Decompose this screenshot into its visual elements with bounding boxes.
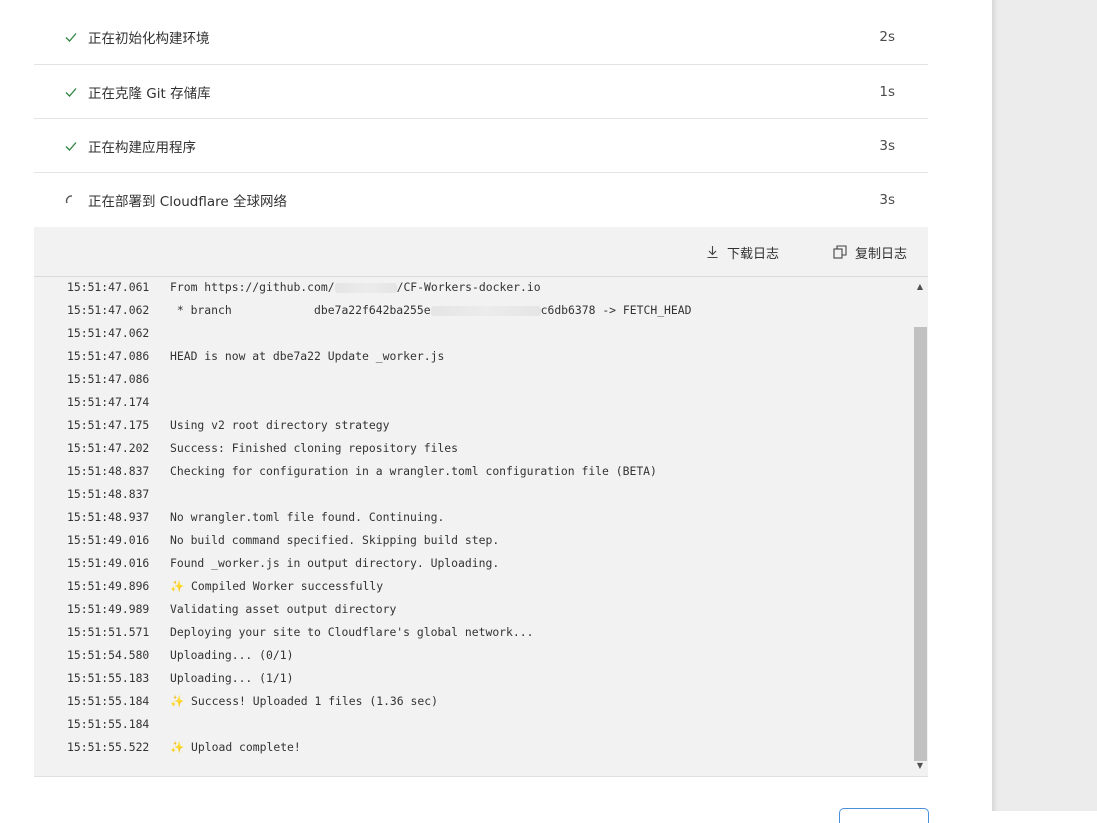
log-message: No wrangler.toml file found. Continuing. xyxy=(170,510,445,524)
log-timestamp: 15:51:54.580 xyxy=(67,648,150,662)
log-timestamp: 15:51:55.184 xyxy=(67,694,150,708)
log-timestamp: 15:51:47.062 xyxy=(67,303,150,317)
log-line: 15:51:49.016 No build command specified. … xyxy=(67,529,499,552)
redacted-blur xyxy=(334,282,397,293)
log-line: 15:51:47.202 Success: Finished cloning re… xyxy=(67,437,458,460)
log-line: 15:51:47.086 HEAD is now at dbe7a22 Updat… xyxy=(67,345,444,368)
log-message: Success: Finished cloning repository fil… xyxy=(170,441,459,455)
log-timestamp: 15:51:55.522 xyxy=(67,740,150,754)
log-message: * branch dbe7a22f642ba255e xyxy=(170,303,431,317)
sparkle-icon: ✨ xyxy=(170,740,192,754)
step-deploy[interactable]: 正在部署到 Cloudflare 全球网络 3s xyxy=(34,173,928,226)
log-timestamp: 15:51:47.061 xyxy=(67,280,150,294)
log-timestamp: 15:51:48.837 xyxy=(67,464,150,478)
log-message: Compiled Worker successfully xyxy=(191,579,384,593)
log-line: 15:51:49.016 Found _worker.js in output d… xyxy=(67,552,499,575)
log-timestamp: 15:51:48.937 xyxy=(67,510,150,524)
log-line: 15:51:49.989 Validating asset output dire… xyxy=(67,598,396,621)
log-timestamp: 15:51:47.202 xyxy=(67,441,150,455)
sparkle-icon: ✨ xyxy=(170,579,192,593)
log-line: 15:51:47.062 * branch dbe7a22f642ba255e c… xyxy=(67,299,691,322)
step-label: 正在构建应用程序 xyxy=(88,139,196,156)
log-line: 15:51:55.184 ✨ Success! Uploaded 1 files … xyxy=(67,690,438,713)
log-line: 15:51:49.896 ✨ Compiled Worker successful… xyxy=(67,575,383,598)
step-duration: 1s xyxy=(879,83,895,100)
step-build-app[interactable]: 正在构建应用程序 3s xyxy=(34,119,928,173)
scrollbar-thumb[interactable] xyxy=(914,327,927,761)
log-message: Success! Uploaded 1 files (1.36 sec) xyxy=(191,694,438,708)
step-label: 正在克隆 Git 存储库 xyxy=(88,85,211,102)
scroll-down-arrow-icon[interactable]: ▼ xyxy=(913,759,927,773)
step-label: 正在部署到 Cloudflare 全球网络 xyxy=(88,193,287,210)
check-icon xyxy=(65,141,77,151)
log-timestamp: 15:51:55.184 xyxy=(67,717,150,731)
log-timestamp: 15:51:47.086 xyxy=(67,372,150,386)
log-timestamp: 15:51:55.183 xyxy=(67,671,150,685)
log-message: Uploading... (0/1) xyxy=(170,648,294,662)
right-gutter-edge xyxy=(992,0,998,811)
log-message: Using v2 root directory strategy xyxy=(170,418,390,432)
log-timestamp: 15:51:48.837 xyxy=(67,487,150,501)
log-message: Validating asset output directory xyxy=(170,602,397,616)
log-message: /CF-Workers-docker.io xyxy=(396,280,541,294)
log-line: 15:51:48.837 Checking for configuration i… xyxy=(67,460,657,483)
log-message: From https://github.com/ xyxy=(170,280,335,294)
download-log-button[interactable]: 下载日志 xyxy=(706,242,779,262)
step-clone-repo[interactable]: 正在克隆 Git 存储库 1s xyxy=(34,65,928,119)
log-timestamp: 15:51:49.896 xyxy=(67,579,150,593)
copy-icon xyxy=(833,245,847,259)
step-label: 正在初始化构建环境 xyxy=(88,31,210,47)
log-toolbar: 下载日志 复制日志 xyxy=(34,227,928,277)
log-timestamp: 15:51:47.062 xyxy=(67,326,150,340)
build-log-panel: 下载日志 复制日志 15:51:47.061 From https://githu… xyxy=(34,227,928,777)
log-line: 15:51:47.061 From https://github.com/ /CF-… xyxy=(67,277,541,299)
log-line: 15:51:48.937 No wrangler.toml file found.… xyxy=(67,506,444,529)
log-output[interactable]: 15:51:47.061 From https://github.com/ /CF-… xyxy=(34,277,928,776)
log-message: c6db6378 -> FETCH_HEAD xyxy=(540,303,692,317)
log-timestamp: 15:51:47.174 xyxy=(67,395,150,409)
deploy-steps: 正在初始化构建环境 2s 正在克隆 Git 存储库 1s 正在构建应用程序 3s… xyxy=(34,10,928,226)
log-message: Found _worker.js in output directory. Up… xyxy=(170,556,500,570)
copy-log-label: 复制日志 xyxy=(855,246,908,262)
check-icon xyxy=(65,33,77,42)
log-line: 15:51:47.086 xyxy=(67,368,170,391)
log-timestamp: 15:51:49.016 xyxy=(67,556,150,570)
log-timestamp: 15:51:51.571 xyxy=(67,625,150,639)
step-duration: 3s xyxy=(879,137,895,154)
spinner-icon xyxy=(65,194,73,203)
log-message: No build command specified. Skipping bui… xyxy=(170,533,500,547)
redacted-blur xyxy=(430,305,541,316)
log-line: 15:51:55.183 Uploading... (1/1) xyxy=(67,667,293,690)
log-timestamp: 15:51:47.175 xyxy=(67,418,150,432)
log-message: Deploying your site to Cloudflare's glob… xyxy=(170,625,534,639)
log-line: 15:51:54.580 Uploading... (0/1) xyxy=(67,644,293,667)
copy-log-button[interactable]: 复制日志 xyxy=(833,242,907,262)
step-duration: 3s xyxy=(879,191,895,208)
step-duration: 2s xyxy=(879,29,895,45)
log-message: Uploading... (1/1) xyxy=(170,671,294,685)
log-message: HEAD is now at dbe7a22 Update _worker.js xyxy=(170,349,445,363)
log-line: 15:51:47.062 xyxy=(67,322,170,345)
log-line: 15:51:47.175 Using v2 root directory stra… xyxy=(67,414,389,437)
log-line: 15:51:55.522 ✨ Upload complete! xyxy=(67,736,301,759)
log-timestamp: 15:51:49.989 xyxy=(67,602,150,616)
log-message: Checking for configuration in a wrangler… xyxy=(170,464,657,478)
step-init-env[interactable]: 正在初始化构建环境 2s xyxy=(34,10,928,65)
sparkle-icon: ✨ xyxy=(170,694,192,708)
log-message: Upload complete! xyxy=(191,740,301,754)
check-icon xyxy=(65,87,77,97)
log-line: 15:51:55.184 xyxy=(67,713,170,736)
bottom-action-button[interactable] xyxy=(839,808,929,823)
log-line: 15:51:51.571 Deploying your site to Cloud… xyxy=(67,621,533,644)
log-timestamp: 15:51:49.016 xyxy=(67,533,150,547)
log-line: 15:51:48.837 xyxy=(67,483,170,506)
log-timestamp: 15:51:47.086 xyxy=(67,349,150,363)
download-log-label: 下载日志 xyxy=(727,246,780,262)
log-line: 15:51:47.174 xyxy=(67,391,170,414)
scroll-up-arrow-icon[interactable]: ▲ xyxy=(913,280,927,294)
download-icon xyxy=(707,246,718,259)
right-gutter xyxy=(992,0,1097,811)
